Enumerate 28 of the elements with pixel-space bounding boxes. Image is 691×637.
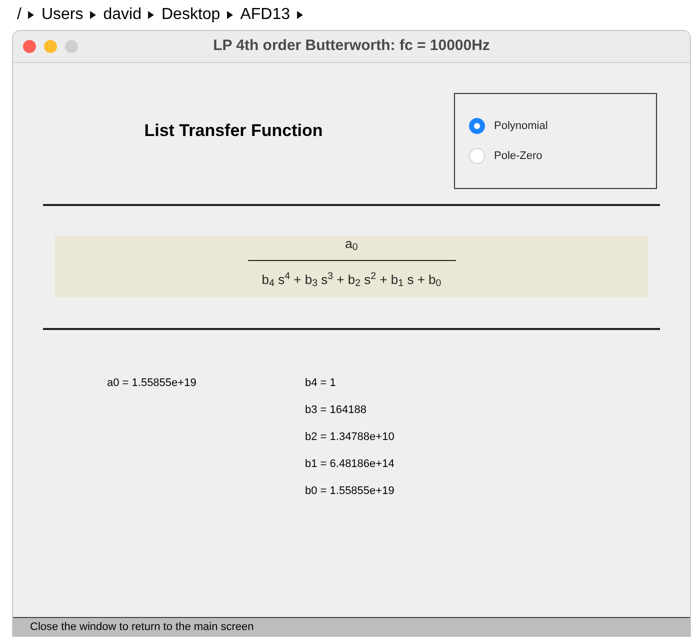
- path-segment[interactable]: Users: [41, 3, 84, 27]
- triangle-icon: [148, 11, 154, 19]
- radio-label: Pole-Zero: [494, 149, 542, 164]
- coefficient-text: b3 = 164188: [305, 403, 368, 418]
- radio-button[interactable]: [469, 148, 485, 164]
- coefficient-text: b4 = 1: [305, 376, 337, 391]
- coefficient-text: a0 = 1.55855e+19: [107, 376, 198, 391]
- triangle-icon: [28, 11, 34, 19]
- path-segment[interactable]: AFD13: [240, 3, 290, 27]
- close-button[interactable]: [23, 40, 36, 53]
- status-text: Close the window to return to the main screen: [30, 620, 254, 635]
- coefficient-text: b1 = 6.48186e+14: [305, 457, 394, 472]
- radio-label: Polynomial: [494, 118, 548, 134]
- triangle-icon: [90, 11, 96, 19]
- triangle-icon: [296, 11, 303, 19]
- path-segment[interactable]: /: [17, 3, 22, 27]
- triangle-icon: [227, 11, 234, 19]
- denominator: b$_{4}$ s$^{4}$ + b$_{3}$ s$^{3}$ + b$_{2}$ s$^{2}$ + b$_{1}$ s + b$_{0}$: [262, 270, 442, 290]
- radio-button[interactable]: [469, 118, 485, 134]
- minimize-button[interactable]: [44, 40, 57, 53]
- heading: List Transfer Function: [144, 120, 323, 142]
- numerator: a$_{0}$: [345, 235, 358, 254]
- coefficient-text: b2 = 1.34788e+10: [305, 430, 394, 445]
- zoom-button[interactable]: [65, 40, 78, 53]
- window-title: LP 4th order Butterworth: fc = 10000Hz: [213, 36, 490, 56]
- path-segment[interactable]: david: [103, 3, 142, 27]
- path-segment[interactable]: Desktop: [161, 3, 220, 27]
- coefficient-text: b0 = 1.55855e+19: [305, 484, 394, 499]
